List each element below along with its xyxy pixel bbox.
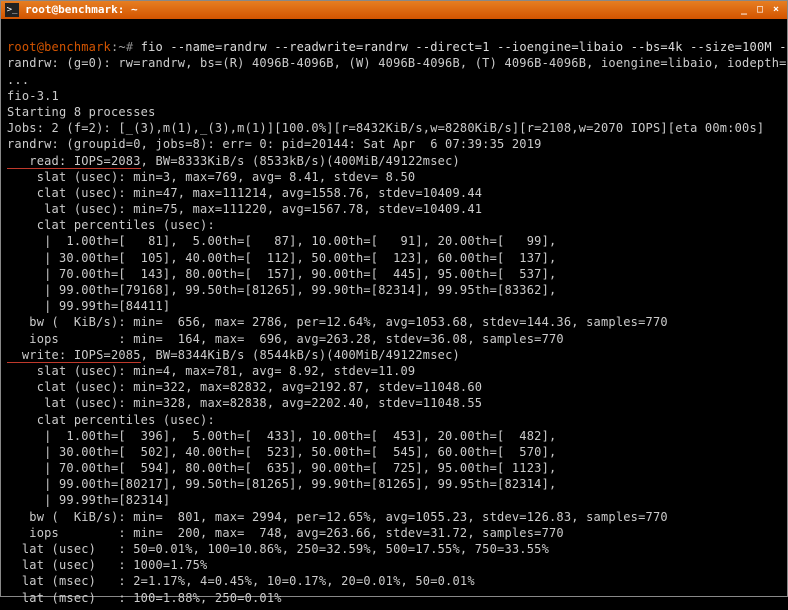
terminal-body[interactable]: root@benchmark:~# fio --name=randrw --re… (1, 19, 787, 610)
window-titlebar: >_ root@benchmark: ~ _ □ × (1, 1, 787, 19)
output-line: iops : min= 164, max= 696, avg=263.28, s… (7, 332, 564, 346)
output-line: | 1.00th=[ 396], 5.00th=[ 433], 10.00th=… (7, 429, 556, 443)
output-line: randrw: (g=0): rw=randrw, bs=(R) 4096B-4… (7, 56, 788, 70)
output-line: | 30.00th=[ 105], 40.00th=[ 112], 50.00t… (7, 251, 556, 265)
prompt-path: ~ (118, 40, 125, 54)
window-title: root@benchmark: ~ (25, 3, 735, 18)
output-line: lat (usec): min=75, max=111220, avg=1567… (7, 202, 482, 216)
write-summary-highlight: write: IOPS=2085 (7, 348, 141, 363)
read-summary-highlight: read: IOPS=2083 (7, 154, 141, 169)
output-line: | 1.00th=[ 81], 5.00th=[ 87], 10.00th=[ … (7, 234, 556, 248)
output-line: | 30.00th=[ 502], 40.00th=[ 523], 50.00t… (7, 445, 556, 459)
output-line: lat (usec): min=328, max=82838, avg=2202… (7, 396, 482, 410)
output-line: Jobs: 2 (f=2): [_(3),m(1),_(3),m(1)][100… (7, 121, 764, 135)
output-line: lat (usec) : 50=0.01%, 100=10.86%, 250=3… (7, 542, 549, 556)
output-line: Starting 8 processes (7, 105, 156, 119)
output-line: slat (usec): min=4, max=781, avg= 8.92, … (7, 364, 415, 378)
output-line: , BW=8344KiB/s (8544kB/s)(400MiB/49122ms… (141, 348, 460, 362)
output-line: | 99.99th=[84411] (7, 299, 170, 313)
output-line: | 70.00th=[ 143], 80.00th=[ 157], 90.00t… (7, 267, 556, 281)
output-line: | 99.00th=[80217], 99.50th=[81265], 99.9… (7, 477, 556, 491)
output-line: fio-3.1 (7, 89, 59, 103)
output-line: lat (usec) : 1000=1.75% (7, 558, 207, 572)
output-line: clat percentiles (usec): (7, 218, 215, 232)
minimize-button[interactable]: _ (737, 3, 751, 17)
command-text: fio --name=randrw --readwrite=randrw --d… (141, 40, 788, 54)
prompt-symbol: # (126, 40, 133, 54)
output-line: ... (7, 73, 29, 87)
maximize-button[interactable]: □ (753, 3, 767, 17)
output-line: clat (usec): min=322, max=82832, avg=219… (7, 380, 482, 394)
output-line: , BW=8333KiB/s (8533kB/s)(400MiB/49122ms… (141, 154, 460, 168)
prompt-userhost: root@benchmark (7, 40, 111, 54)
output-line: | 99.99th=[82314] (7, 493, 170, 507)
output-line: clat percentiles (usec): (7, 413, 215, 427)
prompt: root@benchmark:~# (7, 40, 133, 54)
output-line: slat (usec): min=3, max=769, avg= 8.41, … (7, 170, 415, 184)
output-line: bw ( KiB/s): min= 656, max= 2786, per=12… (7, 315, 668, 329)
terminal-icon: >_ (5, 3, 19, 17)
output-line: iops : min= 200, max= 748, avg=263.66, s… (7, 526, 564, 540)
output-line: randrw: (groupid=0, jobs=8): err= 0: pid… (7, 137, 542, 151)
output-line: lat (msec) : 2=1.17%, 4=0.45%, 10=0.17%,… (7, 574, 475, 588)
close-button[interactable]: × (769, 3, 783, 17)
output-line: | 70.00th=[ 594], 80.00th=[ 635], 90.00t… (7, 461, 556, 475)
output-line: clat (usec): min=47, max=111214, avg=155… (7, 186, 482, 200)
output-line: lat (msec) : 100=1.88%, 250=0.01% (7, 591, 282, 605)
output-line: bw ( KiB/s): min= 801, max= 2994, per=12… (7, 510, 668, 524)
output-line: | 99.00th=[79168], 99.50th=[81265], 99.9… (7, 283, 556, 297)
